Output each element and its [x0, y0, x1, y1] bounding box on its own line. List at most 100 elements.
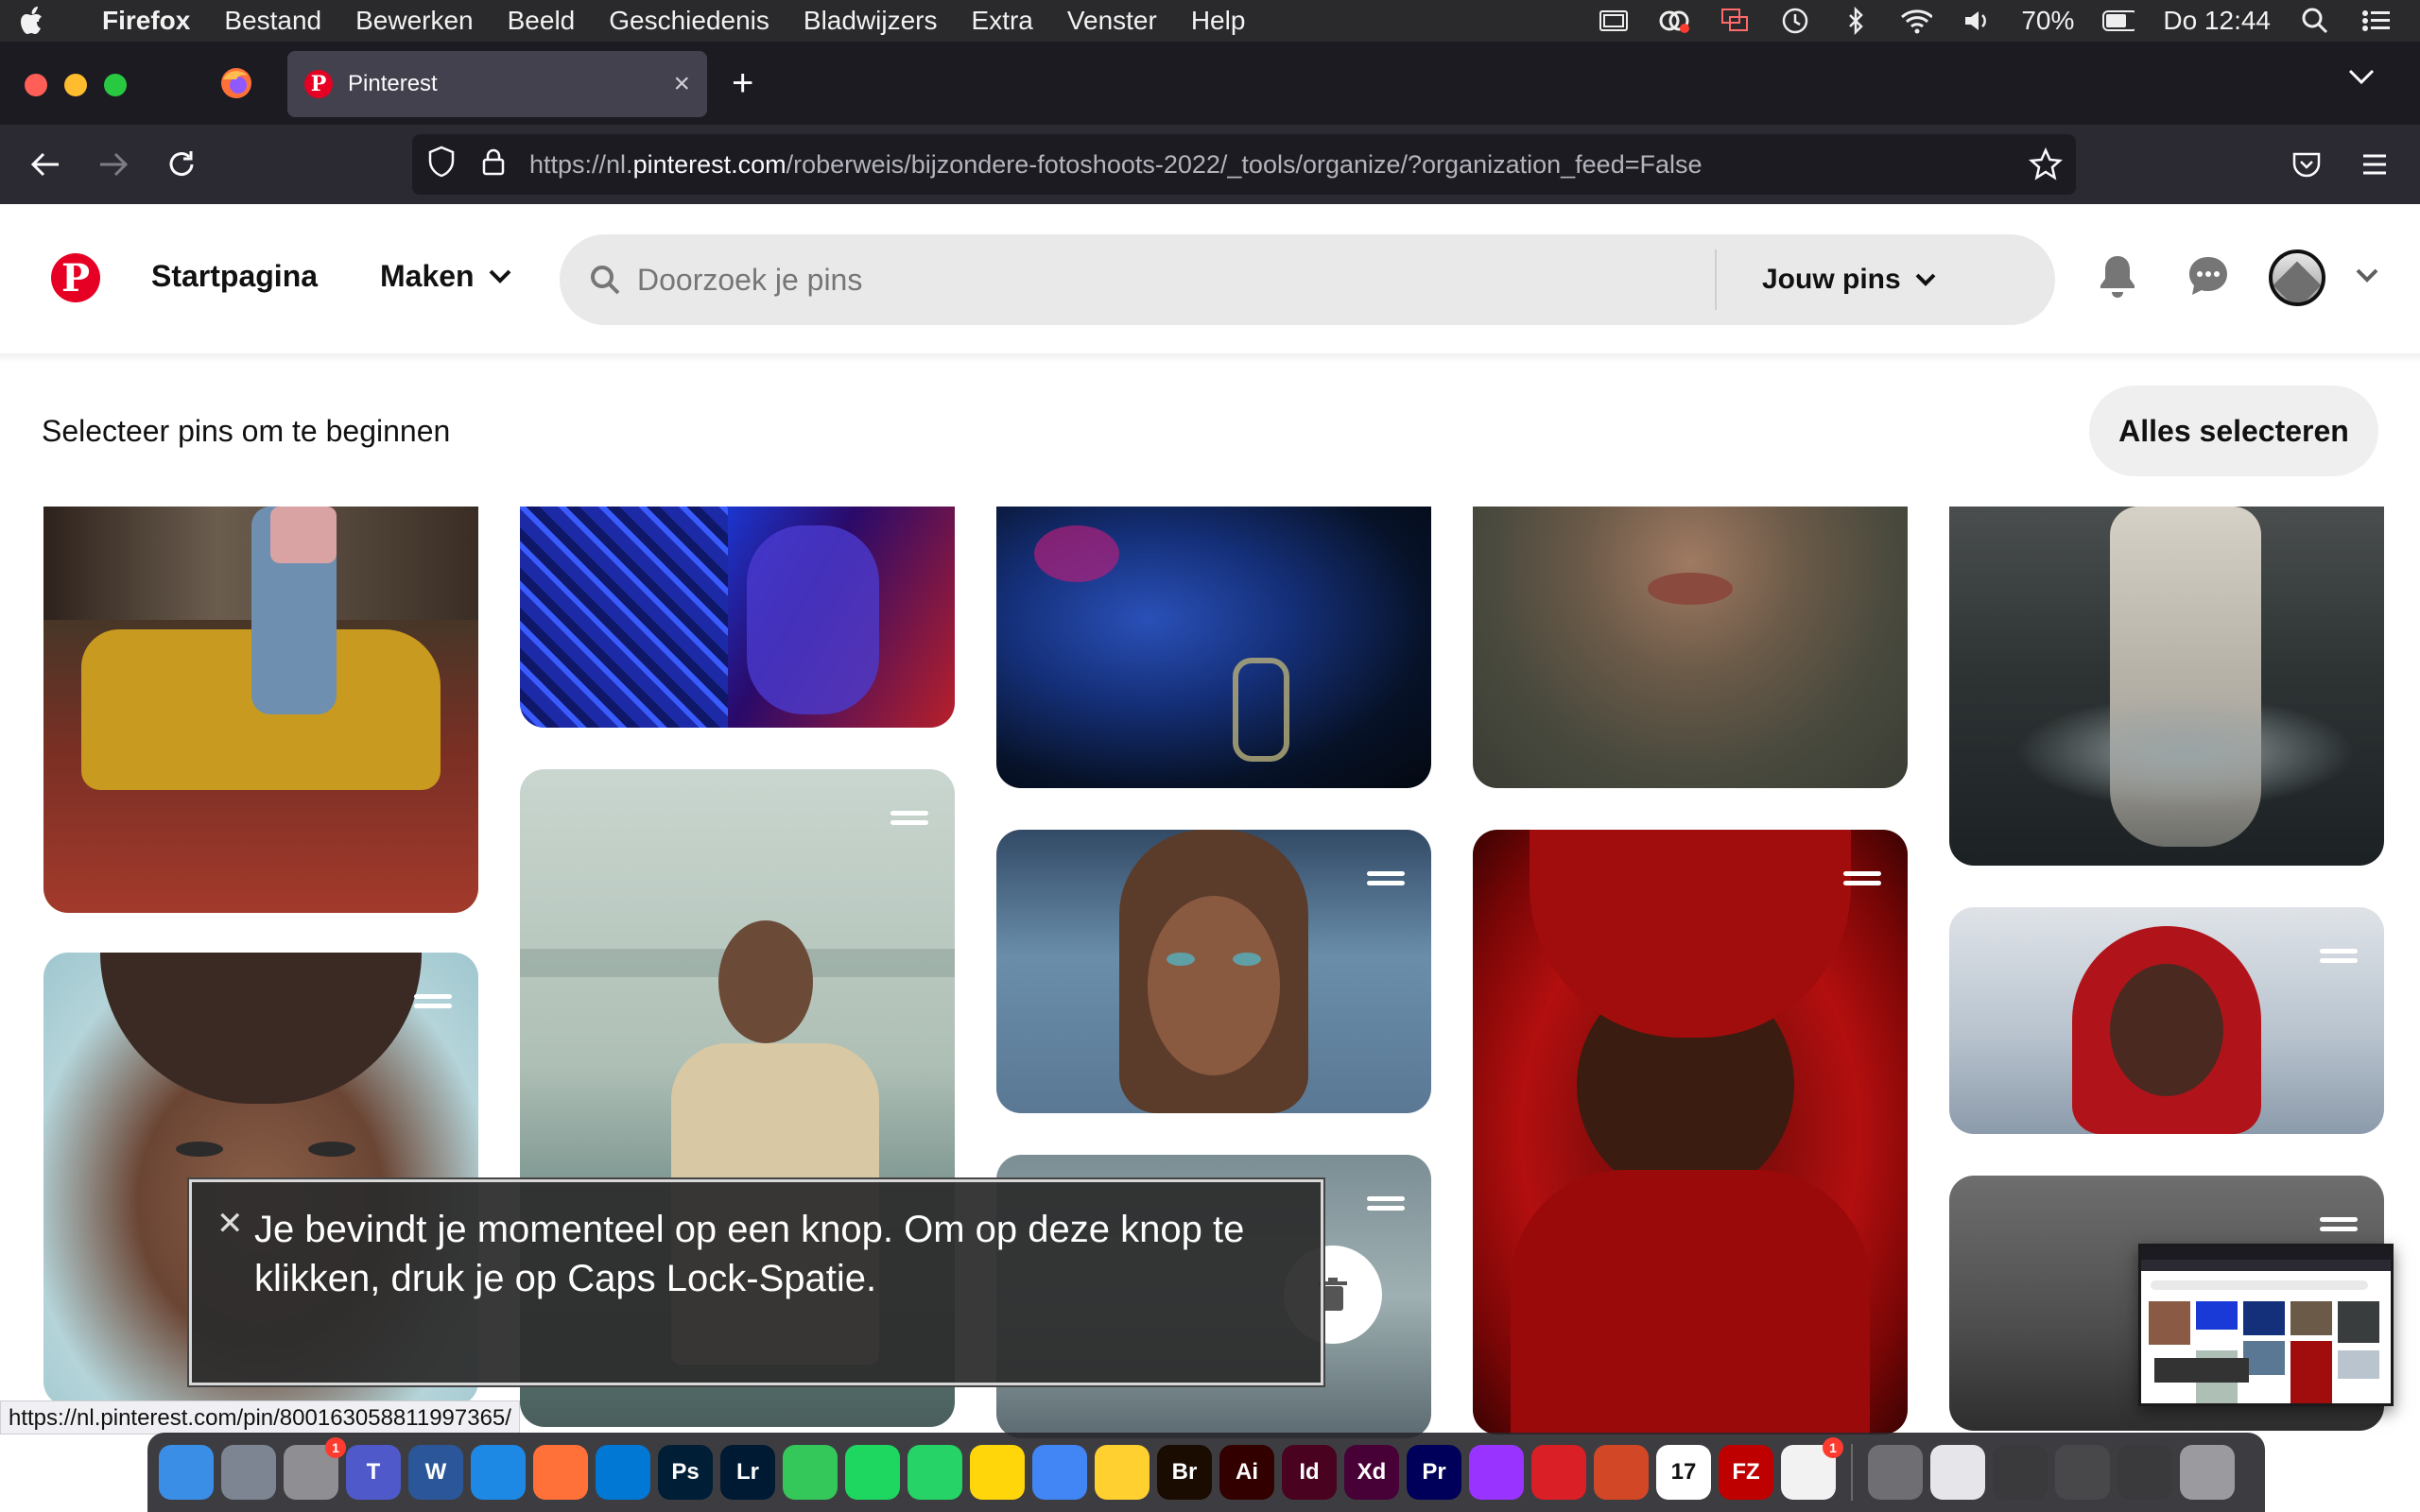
dock-premiere-icon[interactable]: Pr [1407, 1445, 1461, 1500]
menu-venster[interactable]: Venster [1067, 6, 1157, 36]
dock-trash-icon[interactable] [2180, 1445, 2235, 1500]
pinterest-logo-icon[interactable]: P [51, 253, 100, 302]
dock-vs-code-icon[interactable] [596, 1445, 650, 1500]
creative-cloud-icon[interactable] [1658, 7, 1690, 35]
dock-indesign-icon[interactable]: Id [1282, 1445, 1337, 1500]
drag-handle-icon[interactable] [2320, 949, 2358, 964]
dock-teams-icon[interactable]: T [346, 1445, 401, 1500]
dock-photoshop-icon[interactable]: Ps [658, 1445, 713, 1500]
pin-card[interactable] [43, 507, 478, 913]
control-center-icon[interactable] [2360, 7, 2392, 35]
nav-home-link[interactable]: Startpagina [151, 259, 318, 294]
menu-help[interactable]: Help [1191, 6, 1246, 36]
display-icon[interactable] [1598, 7, 1630, 35]
menu-geschiedenis[interactable]: Geschiedenis [609, 6, 769, 36]
pin-card[interactable] [1949, 507, 2384, 866]
dock-xd-icon[interactable]: Xd [1344, 1445, 1399, 1500]
close-icon[interactable]: ✕ [216, 1199, 244, 1248]
drag-handle-icon[interactable] [1367, 1196, 1405, 1211]
pin-card[interactable] [1949, 907, 2384, 1134]
screenshot-preview-thumbnail[interactable] [2138, 1244, 2394, 1406]
dock-safari-icon[interactable] [471, 1445, 526, 1500]
dock-firefox-icon[interactable] [533, 1445, 588, 1500]
wifi-icon[interactable] [1900, 7, 1933, 35]
dock-lightroom-icon[interactable]: Lr [720, 1445, 775, 1500]
close-tab-icon[interactable]: × [673, 68, 690, 100]
dock-calendar-icon[interactable]: 17 [1656, 1445, 1711, 1500]
drag-handle-icon[interactable] [414, 994, 452, 1009]
profile-avatar[interactable] [2269, 249, 2325, 306]
dock-facetime-icon[interactable] [783, 1445, 838, 1500]
menu-bewerken[interactable]: Bewerken [355, 6, 474, 36]
back-arrow-icon[interactable] [26, 146, 64, 183]
menu-bladwijzers[interactable]: Bladwijzers [804, 6, 938, 36]
url-text[interactable]: https://nl.pinterest.com/roberweis/bijzo… [529, 150, 1703, 180]
dock-launchpad-icon[interactable] [221, 1445, 276, 1500]
lock-icon[interactable] [482, 147, 510, 182]
list-all-tabs-chevron-down-icon[interactable] [2348, 68, 2375, 90]
volume-icon[interactable] [1961, 7, 1993, 35]
minimize-window-button[interactable] [64, 74, 87, 96]
messages-icon[interactable] [2184, 251, 2233, 301]
menubar-clock[interactable]: Do 12:44 [2163, 6, 2271, 36]
menu-beeld[interactable]: Beeld [508, 6, 576, 36]
bluetooth-icon[interactable] [1840, 7, 1872, 35]
drag-handle-icon[interactable] [2320, 1217, 2358, 1232]
dock-whatsapp-icon[interactable] [908, 1445, 962, 1500]
bookmark-star-icon[interactable] [2028, 146, 2064, 181]
dock-accessibility-icon[interactable] [1868, 1445, 1923, 1500]
pin-card[interactable] [996, 830, 1431, 1113]
menu-bestand[interactable]: Bestand [224, 6, 321, 36]
drag-handle-icon[interactable] [1843, 871, 1881, 886]
search-input[interactable] [637, 262, 1715, 298]
apple-icon[interactable] [0, 6, 66, 36]
pin-card[interactable] [520, 507, 955, 728]
pin-search-bar[interactable]: Jouw pins [560, 234, 2055, 325]
time-machine-icon[interactable] [1779, 7, 1811, 35]
screen-mirroring-icon[interactable] [1719, 7, 1751, 35]
dock-document-icon[interactable] [1930, 1445, 1985, 1500]
menu-extra[interactable]: Extra [972, 6, 1033, 36]
dock-powerpoint-icon[interactable] [1594, 1445, 1649, 1500]
tracking-protection-shield-icon[interactable] [427, 146, 461, 184]
tab-pinterest[interactable]: P Pinterest × [287, 51, 707, 117]
firefox-view-tab-icon[interactable] [217, 64, 255, 102]
spotlight-search-icon[interactable] [2299, 7, 2331, 35]
new-tab-button[interactable]: + [732, 64, 753, 102]
dock-creative-cloud-icon[interactable] [1531, 1445, 1586, 1500]
dock-filezilla-icon[interactable]: FZ [1719, 1445, 1773, 1500]
dock-system-preferences-icon[interactable]: 1 [284, 1437, 346, 1500]
address-bar[interactable]: https://nl.pinterest.com/roberweis/bijzo… [412, 134, 2076, 195]
dock-notes-icon[interactable] [970, 1445, 1025, 1500]
menu-app-name[interactable]: Firefox [102, 6, 190, 36]
drag-handle-icon[interactable] [890, 811, 928, 826]
pin-card[interactable] [1473, 830, 1908, 1435]
dock-podcasts-icon[interactable] [1469, 1445, 1524, 1500]
battery-icon[interactable] [2102, 7, 2135, 35]
pocket-icon[interactable] [2288, 146, 2325, 183]
dock-word-icon[interactable]: W [408, 1445, 463, 1500]
dock-window-2-icon[interactable] [2055, 1445, 2110, 1500]
search-scope-dropdown[interactable]: Jouw pins [1762, 264, 1937, 296]
forward-arrow-icon[interactable] [95, 146, 132, 183]
pin-card[interactable] [996, 507, 1431, 788]
reload-icon[interactable] [163, 146, 200, 183]
dock-window-1-icon[interactable] [1993, 1445, 2048, 1500]
drag-handle-icon[interactable] [1367, 871, 1405, 886]
nav-create-menu[interactable]: Maken [380, 259, 512, 294]
dock-miro-icon[interactable] [1095, 1445, 1150, 1500]
notifications-bell-icon[interactable] [2093, 251, 2142, 301]
dock-spotify-icon[interactable] [845, 1445, 900, 1500]
close-window-button[interactable] [25, 74, 47, 96]
zoom-window-button[interactable] [104, 74, 127, 96]
dock-reminders-icon[interactable]: 1 [1781, 1437, 1843, 1500]
dock-finder-icon[interactable] [159, 1445, 214, 1500]
pin-card[interactable] [1473, 507, 1908, 788]
dock-chrome-icon[interactable] [1032, 1445, 1087, 1500]
hamburger-menu-icon[interactable] [2356, 146, 2394, 183]
dock-illustrator-icon[interactable]: Ai [1219, 1445, 1274, 1500]
dock-bridge-icon[interactable]: Br [1157, 1445, 1212, 1500]
account-chevron-down-icon[interactable] [2342, 251, 2392, 301]
select-all-button[interactable]: Alles selecteren [2089, 386, 2378, 476]
dock-window-3-icon[interactable] [2118, 1445, 2172, 1500]
